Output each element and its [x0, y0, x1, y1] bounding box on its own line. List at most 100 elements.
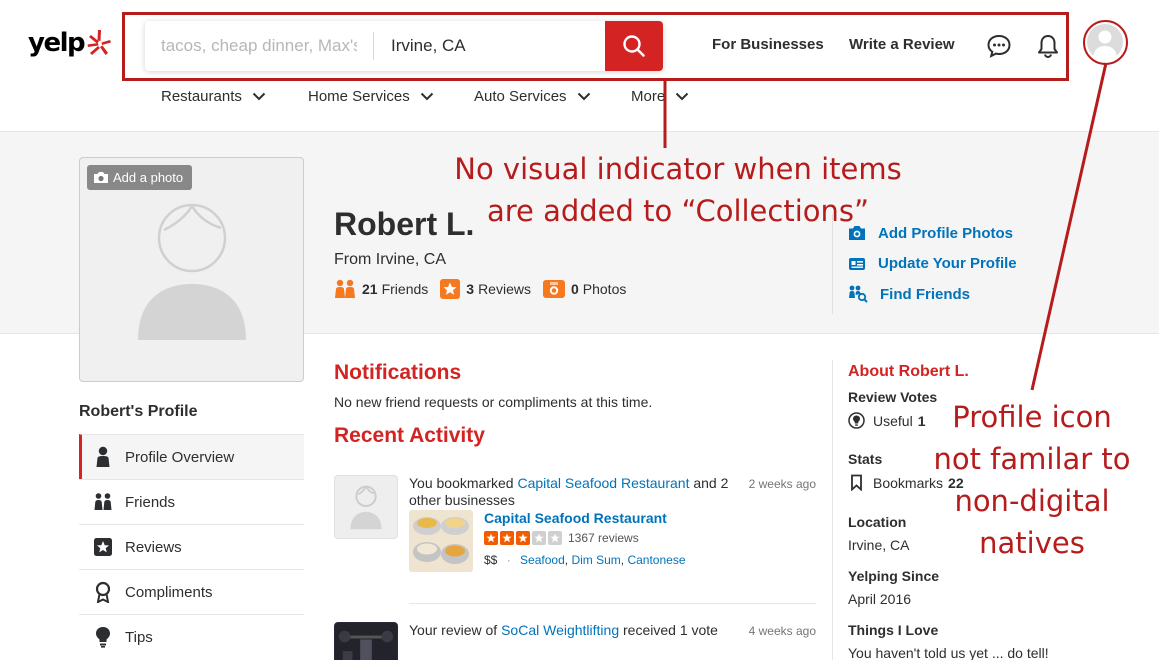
- find-friends-link[interactable]: Find Friends: [848, 279, 1017, 310]
- chevron-down-icon: [577, 92, 590, 101]
- activity-item-review-vote: Your review of SoCal Weightlifting recei…: [334, 622, 816, 660]
- category-link[interactable]: Cantonese: [627, 553, 685, 567]
- recent-activity-title: Recent Activity: [334, 424, 485, 447]
- update-profile-link[interactable]: Update Your Profile: [848, 249, 1017, 280]
- nav-item-home-services[interactable]: Home Services: [308, 88, 434, 105]
- friends-label: Friends: [381, 281, 429, 297]
- things-i-love-value: You haven't told us yet ... do tell!: [848, 645, 1049, 660]
- default-avatar-icon: [350, 485, 382, 530]
- weightlifting-photo: [335, 623, 397, 660]
- annotation-collections-note: No visual indicator when items are added…: [448, 148, 908, 232]
- activity-user-avatar[interactable]: [334, 475, 398, 539]
- sidebar-item-label: Reviews: [125, 538, 182, 556]
- yelping-since-value: April 2016: [848, 591, 912, 607]
- sidebar-item-label: Tips: [125, 628, 153, 646]
- sidebar-item-profile-overview[interactable]: Profile Overview: [79, 434, 304, 479]
- lightbulb-icon: [848, 412, 865, 429]
- notifications-text: No new friend requests or compliments at…: [334, 394, 653, 410]
- annotation-line: natives: [979, 526, 1085, 560]
- business-photo[interactable]: [409, 510, 473, 572]
- location-value: Irvine, CA: [848, 537, 910, 553]
- category-link[interactable]: Dim Sum: [571, 553, 620, 567]
- user-location: From Irvine, CA: [334, 251, 447, 268]
- nav-item-restaurants[interactable]: Restaurants: [161, 88, 266, 105]
- nav-item-auto-services[interactable]: Auto Services: [474, 88, 591, 105]
- default-avatar-icon: [138, 203, 246, 340]
- sidebar-item-label: Compliments: [125, 583, 213, 601]
- rating-star-icon: [484, 531, 498, 545]
- activity-prefix: You bookmarked: [409, 475, 518, 491]
- activity-time: 2 weeks ago: [748, 477, 816, 491]
- sidebar-item-reviews[interactable]: Reviews: [79, 524, 304, 569]
- rating-star-icon: [500, 531, 514, 545]
- profile-stats: 21 Friends 3 Reviews 0 Photos: [334, 279, 638, 299]
- sidebar-item-tips[interactable]: Tips: [79, 614, 304, 659]
- nav-item-label: More: [631, 88, 666, 105]
- stats-label: Stats: [848, 451, 883, 467]
- action-label: Find Friends: [880, 285, 970, 303]
- action-label: Update Your Profile: [878, 255, 1017, 273]
- annotation-profile-icon-note: Profile icon not familar to non-digital …: [918, 396, 1146, 564]
- ribbon-icon: [95, 581, 111, 603]
- activity-suffix: received 1 vote: [619, 622, 718, 638]
- price-range: $$: [484, 553, 498, 567]
- lightbulb-icon: [96, 627, 110, 648]
- business-link[interactable]: Capital Seafood Restaurant: [517, 475, 689, 491]
- nav-item-label: Restaurants: [161, 88, 242, 105]
- dim-sum-photo: [409, 510, 473, 572]
- add-photo-badge[interactable]: Add a photo: [87, 165, 193, 190]
- activity-description: Your review of SoCal Weightlifting recei…: [409, 622, 739, 639]
- business-rating: 1367 reviews: [484, 531, 639, 545]
- things-i-love-label: Things I Love: [848, 622, 939, 638]
- sidebar-heading: Robert's Profile: [79, 403, 198, 420]
- rating-star-empty-icon: [532, 531, 546, 545]
- useful-label: Useful: [873, 413, 913, 429]
- photos-stat: 0 Photos: [542, 279, 627, 299]
- activity-time: 4 weeks ago: [748, 624, 816, 638]
- annotation-line: non-digital: [954, 484, 1110, 518]
- bookmark-icon: [851, 474, 862, 491]
- friends-count: 21: [362, 281, 378, 297]
- activity-prefix: Your review of: [409, 622, 502, 638]
- activity-item-bookmark: You bookmarked Capital Seafood Restauran…: [334, 475, 816, 585]
- logo-text: yelp: [28, 28, 86, 58]
- activity-photo[interactable]: [334, 622, 398, 660]
- yelp-logo[interactable]: yelp: [28, 28, 112, 58]
- chevron-down-icon: [252, 92, 266, 101]
- rating-star-icon: [516, 531, 530, 545]
- profile-photo[interactable]: Add a photo: [79, 157, 304, 382]
- sidebar-item-compliments[interactable]: Compliments: [79, 569, 304, 614]
- useful-votes: Useful 1: [848, 412, 925, 430]
- friends-icon: [94, 493, 112, 510]
- business-link[interactable]: SoCal Weightlifting: [501, 622, 619, 638]
- reviews-count: 3: [466, 281, 475, 297]
- sidebar-item-label: Profile Overview: [125, 448, 235, 466]
- right-column-divider: [832, 360, 833, 660]
- nav-item-more[interactable]: More: [631, 88, 689, 105]
- review-star-icon: [440, 279, 461, 299]
- person-icon: [96, 446, 110, 467]
- nav-item-label: Auto Services: [474, 88, 567, 105]
- location-label: Location: [848, 514, 907, 530]
- find-friends-icon: [849, 285, 868, 303]
- annotation-line: Profile icon: [952, 400, 1112, 434]
- add-photo-label: Add a photo: [113, 170, 184, 185]
- sidebar-item-label: Friends: [125, 493, 176, 511]
- photos-count: 0: [570, 281, 579, 297]
- category-link[interactable]: Seafood: [520, 553, 565, 567]
- camera-icon: [94, 172, 108, 183]
- chevron-down-icon: [675, 92, 689, 101]
- business-name[interactable]: Capital Seafood Restaurant: [484, 510, 667, 526]
- notifications-title: Notifications: [334, 361, 462, 384]
- annotation-profile-circle: [1083, 20, 1128, 65]
- rating-star-empty-icon: [548, 531, 562, 545]
- friends-icon: [335, 279, 355, 298]
- business-card: Capital Seafood Restaurant 1367 reviews …: [409, 510, 729, 572]
- photos-label: Photos: [582, 281, 627, 297]
- friends-stat: 21 Friends: [334, 279, 428, 299]
- reviews-stat: 3 Reviews: [440, 279, 531, 299]
- reviews-label: Reviews: [478, 281, 531, 297]
- review-count: 1367 reviews: [568, 531, 639, 545]
- sidebar-item-friends[interactable]: Friends: [79, 479, 304, 524]
- annotation-line: No visual indicator when items: [454, 152, 902, 186]
